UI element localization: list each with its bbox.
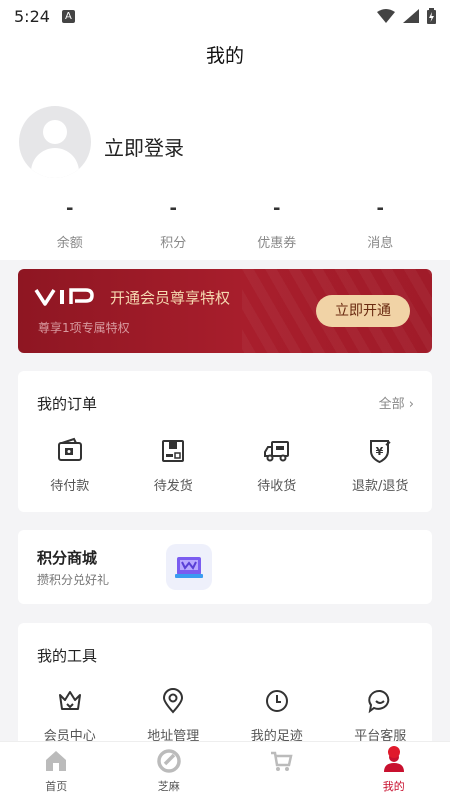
order-item-label: 待发货 — [153, 479, 193, 494]
clock-icon — [265, 690, 288, 712]
order-pending-shipment[interactable]: 待发货 — [122, 437, 226, 494]
stat-label: 消息 — [367, 236, 394, 251]
stat-balance[interactable]: - 余额 — [18, 198, 122, 251]
order-item-label: 退款/退货 — [352, 479, 409, 494]
points-mall-illustration — [166, 544, 212, 590]
refund-icon: ¥ — [370, 440, 391, 464]
bottom-tab-bar: 首页 芝麻 我的 — [0, 741, 450, 800]
order-item-label: 待付款 — [50, 479, 90, 494]
orders-all-label: 全部 — [378, 397, 405, 412]
tool-member-center[interactable]: 会员中心 — [18, 687, 122, 744]
stat-label: 积分 — [160, 236, 187, 251]
points-mall-card[interactable]: 积分商城 攒积分兑好礼 — [18, 530, 432, 604]
login-link[interactable]: 立即登录 — [104, 132, 184, 161]
order-pending-receipt[interactable]: 待收货 — [225, 437, 329, 494]
profile-section: 立即登录 - 余额 - 积分 - 优惠券 - 消息 — [0, 80, 450, 260]
vip-open-button[interactable]: 立即开通 — [316, 295, 410, 327]
order-item-label: 待收货 — [257, 479, 297, 494]
home-icon — [46, 751, 67, 771]
tab-sesame[interactable]: 芝麻 — [113, 742, 226, 800]
avatar[interactable] — [19, 106, 91, 178]
chevron-right-icon: › — [408, 397, 414, 412]
chat-icon — [368, 689, 390, 714]
stat-value: - — [273, 198, 281, 219]
crown-icon — [58, 691, 81, 710]
truck-icon — [263, 441, 289, 462]
status-icons — [377, 8, 436, 24]
stat-label: 余额 — [56, 236, 83, 251]
signal-icon — [403, 9, 419, 23]
orders-card: 我的订单 全部 › 待付款 待发货 待收货 ¥ 退款/退货 — [18, 371, 432, 512]
stat-label: 优惠券 — [257, 236, 297, 251]
stat-value: - — [66, 198, 74, 219]
stat-value: - — [376, 198, 384, 219]
battery-icon — [427, 8, 436, 24]
stat-points[interactable]: - 积分 — [122, 198, 226, 251]
points-mall-title: 积分商城 — [37, 549, 98, 567]
vip-banner[interactable]: 开通会员尊享特权 尊享1项专属特权 立即开通 — [18, 269, 432, 353]
tools-title: 我的工具 — [37, 647, 98, 665]
page-title: 我的 — [0, 32, 450, 80]
orders-icons-row: 待付款 待发货 待收货 ¥ 退款/退货 — [18, 437, 432, 494]
tools-icons-row: 会员中心 地址管理 我的足迹 平台客服 — [18, 687, 432, 744]
vip-subtitle: 尊享1项专属特权 — [38, 321, 130, 335]
vip-logo — [34, 288, 94, 306]
orders-title: 我的订单 — [37, 395, 98, 413]
tab-label: 我的 — [382, 780, 405, 793]
tab-cart[interactable] — [225, 742, 338, 800]
orders-all-link[interactable]: 全部 › — [379, 393, 414, 412]
notification-dot — [387, 746, 400, 758]
package-icon — [162, 440, 185, 462]
order-refund[interactable]: ¥ 退款/退货 — [329, 437, 433, 494]
cart-icon — [271, 751, 293, 771]
sesame-icon — [157, 749, 181, 773]
tool-address-management[interactable]: 地址管理 — [122, 687, 226, 744]
stat-messages[interactable]: - 消息 — [329, 198, 433, 251]
svg-text:¥: ¥ — [376, 445, 384, 458]
stat-coupons[interactable]: - 优惠券 — [225, 198, 329, 251]
status-time: 5:24 — [14, 6, 50, 26]
tab-mine[interactable]: 我的 — [338, 742, 450, 800]
wallet-icon — [57, 437, 82, 461]
avatar-head-shape — [43, 120, 67, 144]
notification-badge: A — [61, 9, 75, 23]
vip-title: 开通会员尊享特权 — [110, 289, 231, 307]
wifi-icon — [377, 9, 395, 23]
avatar-body-shape — [31, 148, 79, 178]
points-mall-subtitle: 攒积分兑好礼 — [37, 573, 110, 587]
order-pending-payment[interactable]: 待付款 — [18, 437, 122, 494]
tab-label: 首页 — [45, 780, 68, 793]
tab-home[interactable]: 首页 — [0, 742, 113, 800]
stat-value: - — [169, 198, 177, 219]
gift-box-icon — [175, 557, 203, 578]
tool-footprints[interactable]: 我的足迹 — [225, 687, 329, 744]
tab-label: 芝麻 — [157, 780, 180, 793]
status-bar: 5:24 A — [0, 0, 450, 32]
tool-customer-service[interactable]: 平台客服 — [329, 687, 433, 744]
stats-row: - 余额 - 积分 - 优惠券 - 消息 — [18, 198, 432, 251]
location-icon — [163, 688, 184, 714]
